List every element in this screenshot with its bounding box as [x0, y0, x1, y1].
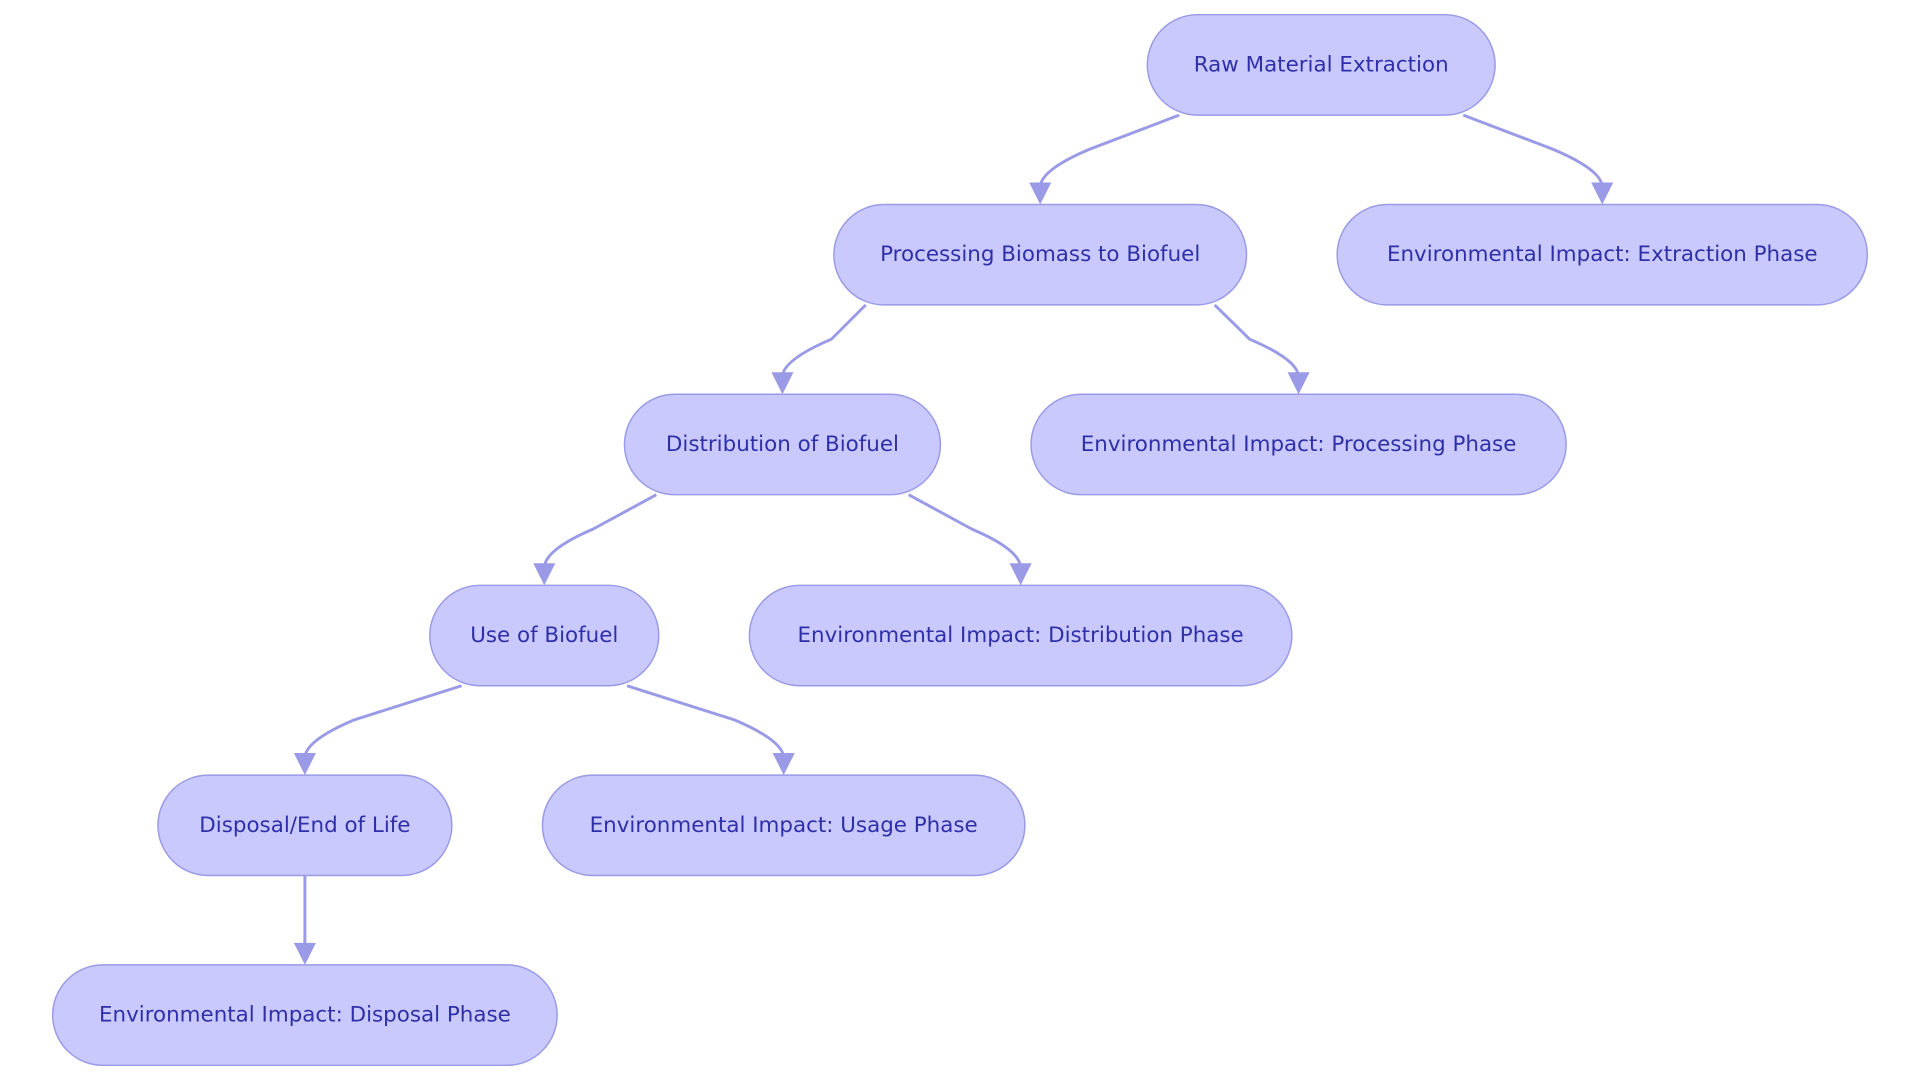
edge-proc-to-env_proc	[1213, 303, 1301, 378]
flowchart-diagram: Raw Material Extraction Processing Biomas…	[51, 13, 1869, 1067]
arrowhead-icon	[1009, 563, 1032, 586]
node-dist: Distribution of Biofuel	[623, 393, 942, 496]
edge-raw-to-env_ext	[1462, 113, 1604, 188]
arrowhead-icon	[1287, 372, 1310, 395]
node-label: Use of Biofuel	[470, 623, 618, 648]
node-label: Distribution of Biofuel	[666, 432, 899, 457]
node-raw: Raw Material Extraction	[1146, 13, 1496, 116]
node-env-ext: Environmental Impact: Extraction Phase	[1336, 203, 1869, 306]
node-use: Use of Biofuel	[429, 584, 660, 687]
node-disp: Disposal/End of Life	[157, 774, 453, 877]
arrowhead-icon	[772, 753, 795, 776]
node-proc: Processing Biomass to Biofuel	[833, 203, 1248, 306]
node-label: Environmental Impact: Disposal Phase	[99, 1003, 511, 1028]
node-label: Environmental Impact: Distribution Phase	[798, 623, 1244, 648]
node-label: Environmental Impact: Processing Phase	[1081, 432, 1517, 457]
arrowhead-icon	[293, 753, 316, 776]
node-env-dist: Environmental Impact: Distribution Phase	[748, 584, 1293, 687]
edge-dist-to-use	[542, 493, 658, 569]
node-label: Raw Material Extraction	[1194, 52, 1449, 77]
node-label: Disposal/End of Life	[199, 813, 410, 838]
node-env-proc: Environmental Impact: Processing Phase	[1030, 393, 1567, 496]
node-env-disp: Environmental Impact: Disposal Phase	[51, 964, 558, 1067]
edge-proc-to-dist	[780, 303, 867, 378]
arrowhead-icon	[533, 563, 556, 586]
node-env-use: Environmental Impact: Usage Phase	[541, 774, 1026, 877]
edge-dist-to-env_dist	[907, 493, 1023, 569]
node-label: Environmental Impact: Usage Phase	[590, 813, 978, 838]
node-label: Environmental Impact: Extraction Phase	[1387, 242, 1818, 267]
arrowhead-icon	[771, 372, 794, 395]
edge-use-to-disp	[303, 684, 463, 759]
edge-use-to-env_use	[626, 684, 786, 759]
edge-raw-to-proc	[1038, 113, 1180, 188]
arrowhead-icon	[293, 942, 316, 965]
arrowhead-icon	[1591, 182, 1614, 205]
node-label: Processing Biomass to Biofuel	[880, 242, 1200, 267]
arrowhead-icon	[1029, 182, 1052, 205]
